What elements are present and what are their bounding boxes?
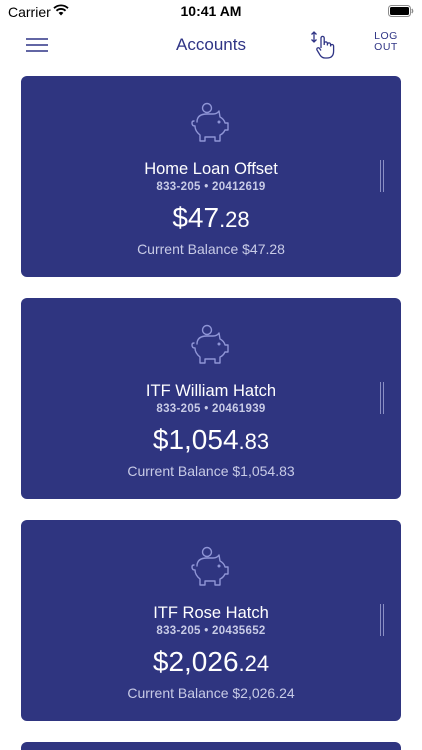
piggy-bank-icon [191, 324, 229, 364]
account-amount: $2,026.24 [21, 646, 401, 678]
nav-bar: Accounts LOG OUT [0, 24, 422, 68]
logout-button[interactable]: LOG OUT [366, 31, 406, 53]
amount-whole: $47 [172, 202, 220, 233]
account-number: 833-205 • 20461939 [156, 403, 266, 415]
account-number: 833-205 • 20435652 [156, 625, 266, 637]
account-card[interactable]: ITF Rose Hatch 833-205 • 20435652 $2,026… [21, 520, 401, 721]
amount-cents: .28 [219, 207, 250, 232]
drag-handle[interactable] [380, 604, 384, 636]
reorder-button[interactable] [308, 30, 336, 60]
drag-handle[interactable] [380, 382, 384, 414]
logout-label-line2: OUT [374, 41, 398, 53]
account-card[interactable]: Home Loan Offset 833-205 • 20412619 $47.… [21, 76, 401, 277]
account-name: Home Loan Offset [144, 160, 278, 178]
current-balance: Current Balance $47.28 [137, 241, 285, 257]
status-time: 10:41 AM [180, 3, 242, 19]
piggy-bank-icon [191, 546, 229, 586]
touch-reorder-icon [311, 31, 335, 59]
piggy-bank-icon [191, 102, 229, 142]
account-amount: $1,054.83 [21, 424, 401, 456]
account-name: ITF Rose Hatch [153, 604, 269, 622]
account-name: ITF William Hatch [145, 382, 277, 400]
account-card-partial[interactable] [21, 742, 401, 750]
page-title: Accounts [176, 35, 246, 54]
account-number: 833-205 • 20412619 [156, 181, 266, 193]
drag-handle[interactable] [380, 160, 384, 192]
battery-icon [388, 5, 414, 17]
account-card[interactable]: ITF William Hatch 833-205 • 20461939 $1,… [21, 298, 401, 499]
status-bar: Carrier 10:41 AM [0, 0, 422, 24]
amount-cents: .83 [238, 429, 270, 454]
amount-whole: $2,026 [152, 646, 239, 677]
amount-cents: .24 [238, 651, 270, 676]
account-amount: $47.28 [21, 202, 401, 234]
current-balance: Current Balance $2,026.24 [127, 685, 295, 701]
current-balance: Current Balance $1,054.83 [127, 463, 295, 479]
amount-whole: $1,054 [152, 424, 239, 455]
